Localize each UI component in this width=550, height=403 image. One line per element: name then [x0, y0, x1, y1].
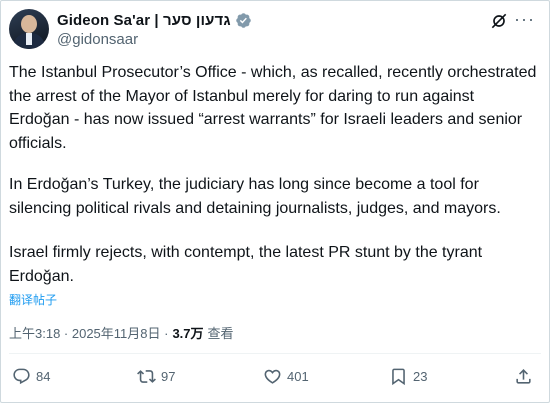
tweet-paragraph-1: The Istanbul Prosecutor’s Office - which… [9, 64, 537, 152]
repost-button[interactable]: 97 [137, 367, 175, 386]
bookmark-button[interactable]: 23 [389, 367, 427, 386]
reply-icon [13, 368, 30, 385]
translate-post-link[interactable]: 翻译帖子 [9, 291, 57, 308]
author-display-name[interactable]: Gideon Sa'ar | גדעון סער [57, 12, 231, 29]
author-info: Gideon Sa'ar | גדעון סער @gidonsaar [57, 10, 252, 48]
tweet-meta: 上午3:18 · 2025年11月8日 · 3.7万 查看 [9, 323, 234, 342]
view-count: 3.7万 [172, 326, 204, 341]
bookmark-count: 23 [413, 369, 428, 384]
view-label: 查看 [207, 326, 234, 341]
author-handle[interactable]: @gidonsaar [57, 31, 252, 48]
verified-badge-icon [235, 12, 252, 29]
reply-button[interactable]: 84 [12, 367, 50, 386]
tweet-timestamp[interactable]: 上午3:18 · 2025年11月8日 · [9, 323, 168, 342]
tweet-paragraph-2: In Erdoğan’s Turkey, the judiciary has l… [9, 176, 501, 217]
avatar[interactable] [9, 9, 49, 49]
divider [9, 353, 541, 354]
tweet-paragraph-3: Israel firmly rejects, with contempt, th… [9, 244, 483, 285]
more-icon[interactable]: ··· [514, 9, 535, 30]
like-icon [264, 369, 281, 384]
bookmark-icon [392, 368, 405, 386]
action-bar: 84 97 401 23 [1, 367, 550, 391]
grok-icon[interactable] [489, 11, 509, 31]
like-button[interactable]: 401 [263, 367, 309, 386]
share-button[interactable] [514, 367, 533, 386]
repost-icon [137, 370, 156, 383]
reply-count: 84 [36, 369, 51, 384]
repost-count: 97 [161, 369, 176, 384]
tweet-header: Gideon Sa'ar | גדעון סער @gidonsaar ··· [9, 9, 539, 49]
tweet-card: Gideon Sa'ar | גדעון סער @gidonsaar ··· … [0, 0, 550, 403]
like-count: 401 [287, 369, 309, 384]
share-icon [516, 369, 531, 384]
